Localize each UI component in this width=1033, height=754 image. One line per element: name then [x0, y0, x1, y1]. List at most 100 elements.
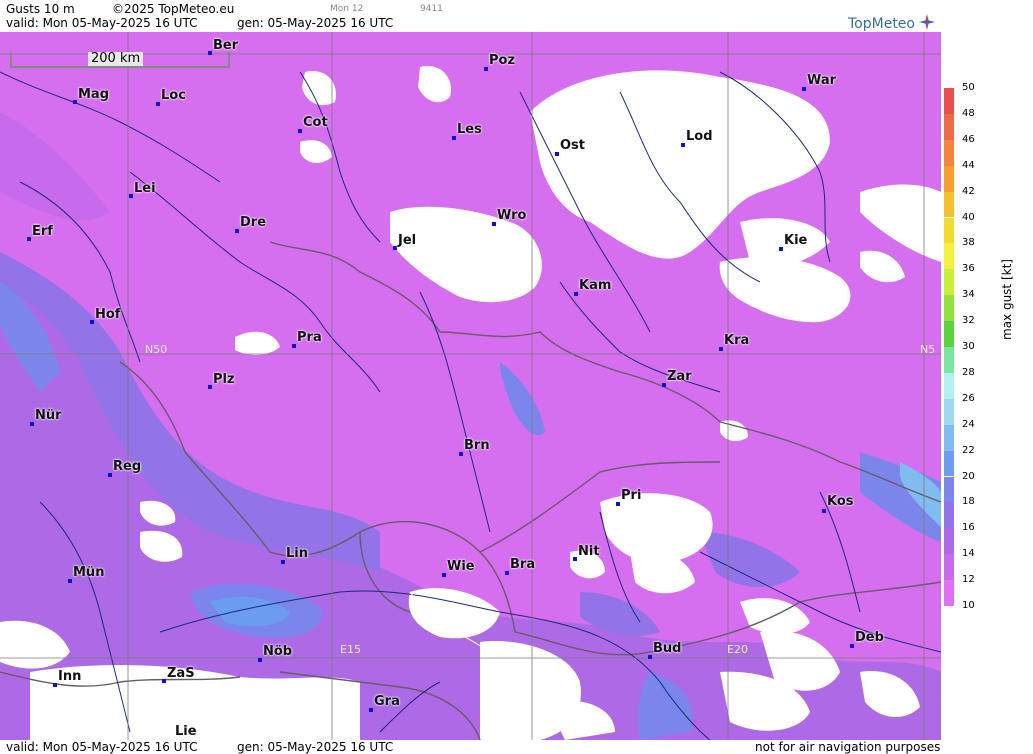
grid-label-lat: N50: [145, 343, 168, 356]
compass-icon: [919, 14, 936, 30]
city-dot: [30, 422, 34, 426]
run-label: Mon 12: [330, 4, 364, 14]
grid-label-lat-right: N5: [920, 343, 936, 356]
city-dot: [129, 194, 133, 198]
city-label: Wie: [447, 559, 475, 574]
city-label: Pra: [297, 330, 322, 345]
city-label: Cot: [303, 115, 328, 130]
city-dot: [258, 658, 262, 662]
legend-color-swatch: [944, 398, 954, 425]
city-label: ZaS: [167, 666, 195, 681]
grid-label-lon: E15: [340, 643, 361, 656]
legend-level-label: 36: [962, 263, 975, 275]
city-dot: [719, 347, 723, 351]
city-dot: [156, 102, 160, 106]
city-label: Kie: [784, 233, 808, 248]
city-dot: [459, 452, 463, 456]
legend-color-swatch: [944, 321, 954, 347]
city-label: War: [807, 73, 837, 88]
legend-level-label: 30: [962, 341, 975, 352]
legend-level-label: 22: [962, 444, 975, 456]
city-dot: [369, 708, 373, 712]
city-label: Mün: [73, 565, 105, 580]
logo-text: TopMeteo: [848, 16, 915, 32]
legend-color-swatch: [944, 139, 954, 166]
city-dot: [73, 100, 77, 104]
legend-color-swatch: [944, 554, 954, 581]
city-label: Deb: [855, 630, 884, 645]
city-label: Bra: [510, 557, 536, 572]
map-graphics: [0, 32, 941, 740]
legend-level-label: 10: [962, 600, 975, 611]
city-label: Reg: [113, 459, 142, 474]
legend-level-label: 40: [962, 211, 975, 223]
legend-color-swatch: [944, 372, 954, 399]
city-label: Lei: [134, 181, 156, 196]
city-dot: [208, 385, 212, 389]
city-label: Brn: [464, 438, 490, 453]
legend-level-label: 32: [962, 315, 975, 327]
product-title: Gusts 10 m: [6, 2, 75, 16]
legend-color-swatch: [944, 165, 954, 192]
city-dot: [505, 571, 509, 575]
legend-color-swatch: [944, 580, 954, 606]
legend-color-swatch: [944, 113, 954, 140]
legend-level-label: 18: [962, 496, 975, 508]
gust-map[interactable]: N50 N5 E15 E20 Ber Poz War Mag Loc Cot L…: [0, 32, 941, 740]
city-label: Bud: [653, 641, 682, 656]
city-dot: [802, 87, 806, 91]
city-label: Dre: [240, 215, 267, 230]
footer-valid-time: valid: Mon 05-May-2025 16 UTC: [6, 740, 198, 754]
city-label: Plz: [213, 372, 235, 387]
city-dot: [850, 644, 854, 648]
legend-color-swatch: [944, 191, 954, 218]
city-dot: [452, 136, 456, 140]
footer-generated-time: gen: 05-May-2025 16 UTC: [237, 740, 394, 754]
city-dot: [779, 247, 783, 251]
city-label: Kam: [579, 278, 612, 293]
legend: 50 48 46 44 42 40 38 36 34 32 30 28 26 24 22 20 18 16 14 12…: [944, 82, 1033, 618]
topmeteo-logo: TopMeteo: [848, 14, 936, 32]
valid-time: valid: Mon 05-May-2025 16 UTC: [6, 16, 198, 30]
legend-color-swatch: [944, 295, 954, 322]
legend-color-swatch: [944, 88, 954, 114]
city-dot: [235, 229, 239, 233]
legend-color-swatch: [944, 502, 954, 529]
legend-color-swatch: [944, 217, 954, 244]
legend-level-label: 34: [962, 289, 975, 301]
city-label: Mag: [78, 87, 110, 102]
legend-level-label: 24: [962, 418, 975, 430]
id-label: 9411: [420, 4, 443, 14]
city-dot: [292, 344, 296, 348]
copyright: ©2025 TopMeteo.eu: [112, 2, 235, 16]
grid-label-lon-2: E20: [727, 643, 748, 656]
legend-level-label: 44: [962, 159, 975, 171]
legend-level-label: 38: [962, 237, 975, 249]
city-label: Lin: [286, 546, 308, 561]
legend-level-label: 12: [962, 574, 975, 586]
legend-level-label: 28: [962, 366, 975, 378]
legend-level-label: 46: [962, 133, 975, 145]
city-dot: [281, 560, 285, 564]
city-dot: [662, 383, 666, 387]
legend-level-label: 16: [962, 522, 975, 534]
city-dot: [53, 683, 57, 687]
legend-color-swatch: [944, 347, 954, 373]
city-dot: [298, 129, 302, 133]
city-dot: [442, 573, 446, 577]
legend-color-swatch: [944, 269, 954, 296]
city-label: Pri: [621, 488, 642, 503]
legend-level-label: 50: [962, 82, 975, 93]
city-label: Jel: [398, 233, 417, 248]
city-label: Loc: [161, 88, 186, 103]
legend-level-label: 26: [962, 392, 975, 404]
legend-color-swatch: [944, 424, 954, 451]
legend-color-swatch: [944, 450, 954, 477]
city-label: Zar: [667, 369, 692, 384]
city-label: Wro: [497, 208, 527, 223]
city-dot: [90, 320, 94, 324]
city-label: Lod: [686, 129, 713, 144]
city-label: Ber: [213, 38, 239, 53]
city-dot: [555, 152, 559, 156]
city-dot: [68, 579, 72, 583]
